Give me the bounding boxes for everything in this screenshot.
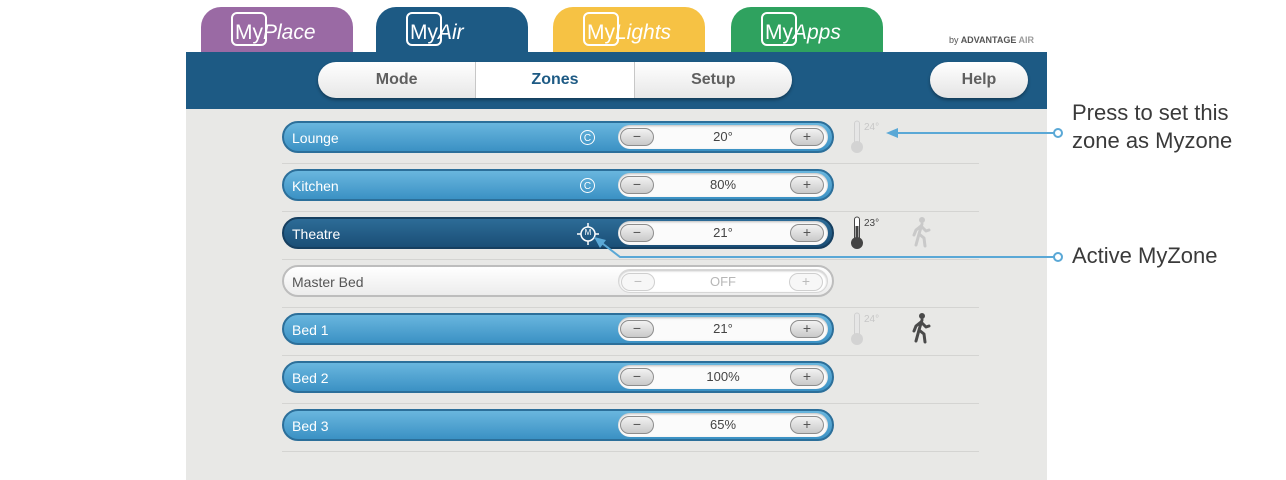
leader-arrowhead-set-myzone	[886, 128, 898, 138]
leader-line-active-myzone	[597, 239, 1054, 258]
annotation-set-myzone-line2: zone as Myzone	[1072, 128, 1233, 153]
annotation-leader-lines	[594, 128, 1063, 262]
leader-endpoint-set-myzone	[1053, 128, 1063, 138]
leader-endpoint-active-myzone	[1053, 252, 1063, 262]
annotation-set-myzone: Press to set this zone as Myzone	[1072, 99, 1232, 155]
annotation-set-myzone-line1: Press to set this	[1072, 100, 1229, 125]
leader-arrowhead-active-myzone	[594, 237, 606, 248]
annotation-active-myzone: Active MyZone	[1072, 243, 1218, 268]
